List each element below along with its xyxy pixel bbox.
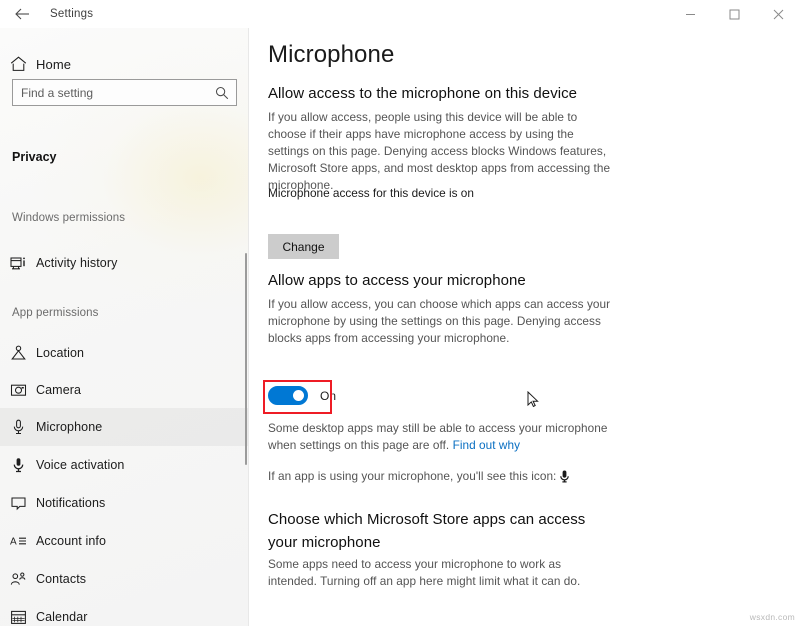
mouse-cursor-icon xyxy=(527,391,539,408)
store-section-body: Some apps need to access your microphone… xyxy=(268,557,581,588)
microphone-apps-toggle[interactable]: On xyxy=(268,386,336,405)
settings-window: Settings Home Find a setting Privacy Win… xyxy=(0,0,800,626)
desktop-apps-note: Some desktop apps may still be able to a… xyxy=(268,420,616,454)
sidebar-item-contacts[interactable]: Contacts xyxy=(0,560,249,598)
using-mic-icon-note-text: If an app is using your microphone, you'… xyxy=(268,469,557,483)
page-title: Microphone xyxy=(268,41,395,68)
activity-history-icon xyxy=(0,255,36,271)
back-button[interactable] xyxy=(0,0,44,28)
title-bar: Settings xyxy=(0,0,800,28)
watermark: wsxdn.com xyxy=(749,612,795,622)
sidebar-item-voice-activation[interactable]: Voice activation xyxy=(0,446,249,484)
toggle-knob xyxy=(293,390,304,401)
sidebar-item-label: Location xyxy=(36,346,85,360)
location-icon xyxy=(0,345,36,361)
notifications-icon xyxy=(0,495,36,511)
sidebar-category-title: Privacy xyxy=(12,150,57,164)
sidebar-item-activity-history[interactable]: Activity history xyxy=(0,244,249,282)
sidebar-item-home[interactable]: Home xyxy=(0,45,249,83)
sidebar-item-label: Contacts xyxy=(36,572,87,586)
camera-icon xyxy=(0,382,36,398)
change-button[interactable]: Change xyxy=(268,234,339,259)
device-section-body: If you allow access, people using this d… xyxy=(268,110,611,192)
search-box[interactable] xyxy=(12,79,237,106)
maximize-button[interactable] xyxy=(712,0,756,28)
search-input[interactable] xyxy=(13,80,209,105)
sidebar-scrollbar[interactable] xyxy=(245,253,247,465)
window-title: Settings xyxy=(50,8,94,20)
using-mic-icon-note: If an app is using your microphone, you'… xyxy=(268,468,616,488)
minimize-button[interactable] xyxy=(668,0,712,28)
sidebar-item-calendar[interactable]: Calendar xyxy=(0,598,249,626)
sidebar-item-camera[interactable]: Camera xyxy=(0,371,249,409)
sidebar-item-label: Account info xyxy=(36,534,106,548)
sidebar-item-label: Activity history xyxy=(36,256,118,270)
sidebar-item-label: Notifications xyxy=(36,496,106,510)
close-button[interactable] xyxy=(756,0,800,28)
sidebar-item-notifications[interactable]: Notifications xyxy=(0,484,249,522)
contacts-icon xyxy=(0,571,36,587)
sidebar-item-location[interactable]: Location xyxy=(0,334,249,372)
sidebar-item-label: Camera xyxy=(36,383,82,397)
sidebar-item-account-info[interactable]: A Account info xyxy=(0,522,249,560)
sidebar-item-label: Calendar xyxy=(36,610,88,624)
device-access-status: Microphone access for this device is on xyxy=(268,186,474,200)
sidebar-item-label: Voice activation xyxy=(36,458,125,472)
apps-section-heading: Allow apps to access your microphone xyxy=(268,272,526,289)
voice-activation-icon xyxy=(0,457,36,473)
sidebar-group-windows-permissions: Windows permissions xyxy=(12,212,126,224)
svg-text:A: A xyxy=(10,536,17,547)
desktop-apps-note-text: Some desktop apps may still be able to a… xyxy=(268,421,608,452)
sidebar-item-microphone[interactable]: Microphone xyxy=(0,408,249,446)
toggle-switch[interactable] xyxy=(268,386,308,405)
window-controls xyxy=(668,0,800,28)
toggle-state-label: On xyxy=(320,388,337,403)
content-pane: Microphone Allow access to the microphon… xyxy=(249,28,800,626)
microphone-icon xyxy=(0,419,36,435)
calendar-icon xyxy=(0,609,36,625)
sidebar-item-label: Microphone xyxy=(36,420,103,434)
device-section-heading: Allow access to the microphone on this d… xyxy=(268,85,578,102)
sidebar-item-label: Home xyxy=(36,56,72,72)
microphone-icon xyxy=(560,470,570,488)
search-icon[interactable] xyxy=(209,80,235,105)
home-icon xyxy=(0,56,36,72)
apps-section-body: If you allow access, you can choose whic… xyxy=(268,297,611,345)
find-out-why-link[interactable]: Find out why xyxy=(453,438,520,452)
sidebar-group-app-permissions: App permissions xyxy=(12,307,99,319)
account-info-icon: A xyxy=(0,533,36,549)
sidebar: Home Privacy Windows permissions xyxy=(0,28,249,626)
store-section-heading: Choose which Microsoft Store apps can ac… xyxy=(268,511,586,551)
